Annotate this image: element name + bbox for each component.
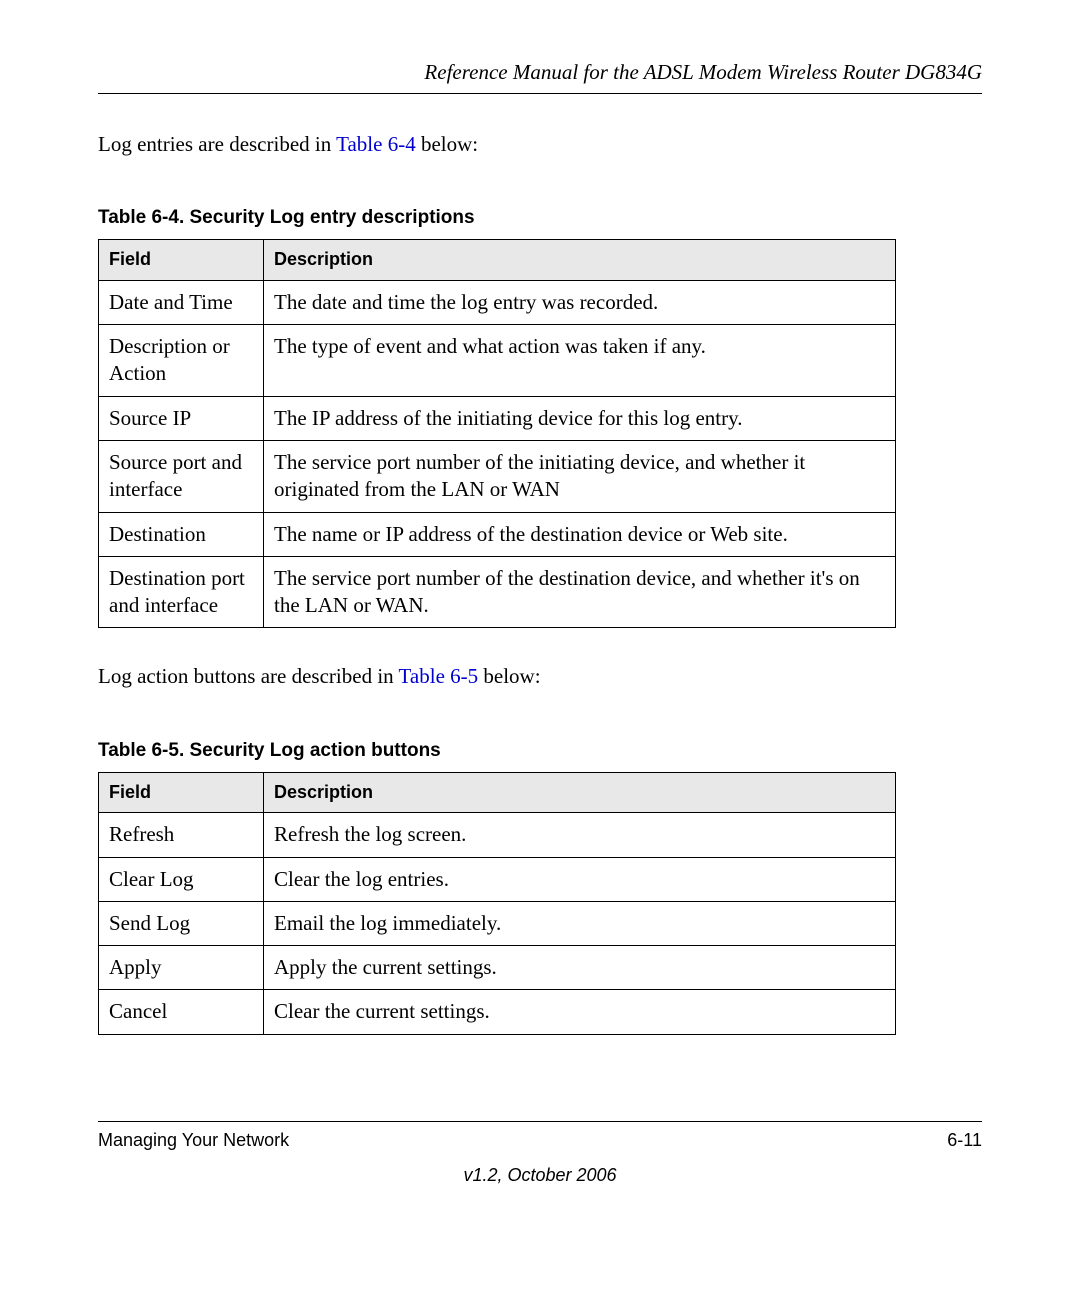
- table-header-description: Description: [264, 240, 896, 280]
- cell-description: The name or IP address of the destinatio…: [264, 512, 896, 556]
- table-row: Send Log Email the log immediately.: [99, 901, 896, 945]
- cell-description: Email the log immediately.: [264, 901, 896, 945]
- cell-description: Clear the log entries.: [264, 857, 896, 901]
- cell-field: Refresh: [99, 813, 264, 857]
- intro-paragraph-2: Log action buttons are described in Tabl…: [98, 662, 982, 691]
- page-header: Reference Manual for the ADSL Modem Wire…: [98, 60, 982, 94]
- table-header-description: Description: [264, 772, 896, 812]
- table-row: Description or Action The type of event …: [99, 325, 896, 397]
- footer-row: Managing Your Network 6-11: [98, 1130, 982, 1151]
- para1-suffix: below:: [416, 132, 478, 156]
- cell-description: Clear the current settings.: [264, 990, 896, 1034]
- para2-prefix: Log action buttons are described in: [98, 664, 399, 688]
- cell-field: Cancel: [99, 990, 264, 1034]
- table-6-4-caption: Table 6-4. Security Log entry descriptio…: [98, 207, 982, 229]
- cell-field: Apply: [99, 946, 264, 990]
- cell-description: Refresh the log screen.: [264, 813, 896, 857]
- footer-page-number: 6-11: [947, 1130, 982, 1151]
- cell-field: Source port and interface: [99, 440, 264, 512]
- table-row: Apply Apply the current settings.: [99, 946, 896, 990]
- cell-field: Description or Action: [99, 325, 264, 397]
- table-6-5-caption: Table 6-5. Security Log action buttons: [98, 740, 982, 762]
- manual-title: Reference Manual for the ADSL Modem Wire…: [424, 60, 982, 84]
- table-6-4-link[interactable]: Table 6-4: [336, 132, 416, 156]
- para2-suffix: below:: [478, 664, 540, 688]
- table-row: Date and Time The date and time the log …: [99, 280, 896, 324]
- table-row: Clear Log Clear the log entries.: [99, 857, 896, 901]
- cell-description: The date and time the log entry was reco…: [264, 280, 896, 324]
- cell-field: Source IP: [99, 396, 264, 440]
- cell-field: Destination port and interface: [99, 556, 264, 628]
- table-row: Source port and interface The service po…: [99, 440, 896, 512]
- para1-prefix: Log entries are described in: [98, 132, 336, 156]
- table-6-5-link[interactable]: Table 6-5: [399, 664, 479, 688]
- footer-version: v1.2, October 2006: [98, 1165, 982, 1186]
- cell-field: Date and Time: [99, 280, 264, 324]
- cell-field: Send Log: [99, 901, 264, 945]
- cell-description: The service port number of the initiatin…: [264, 440, 896, 512]
- table-header-row: Field Description: [99, 772, 896, 812]
- cell-description: The type of event and what action was ta…: [264, 325, 896, 397]
- table-row: Source IP The IP address of the initiati…: [99, 396, 896, 440]
- table-row: Refresh Refresh the log screen.: [99, 813, 896, 857]
- cell-field: Destination: [99, 512, 264, 556]
- table-6-5: Field Description Refresh Refresh the lo…: [98, 772, 896, 1035]
- cell-description: The IP address of the initiating device …: [264, 396, 896, 440]
- table-6-4: Field Description Date and Time The date…: [98, 239, 896, 628]
- table-header-row: Field Description: [99, 240, 896, 280]
- page-footer: Managing Your Network 6-11 v1.2, October…: [98, 1121, 982, 1186]
- table-row: Destination port and interface The servi…: [99, 556, 896, 628]
- cell-description: Apply the current settings.: [264, 946, 896, 990]
- cell-field: Clear Log: [99, 857, 264, 901]
- intro-paragraph-1: Log entries are described in Table 6-4 b…: [98, 130, 982, 159]
- table-row: Destination The name or IP address of th…: [99, 512, 896, 556]
- table-row: Cancel Clear the current settings.: [99, 990, 896, 1034]
- cell-description: The service port number of the destinati…: [264, 556, 896, 628]
- footer-section: Managing Your Network: [98, 1130, 289, 1151]
- table-header-field: Field: [99, 240, 264, 280]
- table-header-field: Field: [99, 772, 264, 812]
